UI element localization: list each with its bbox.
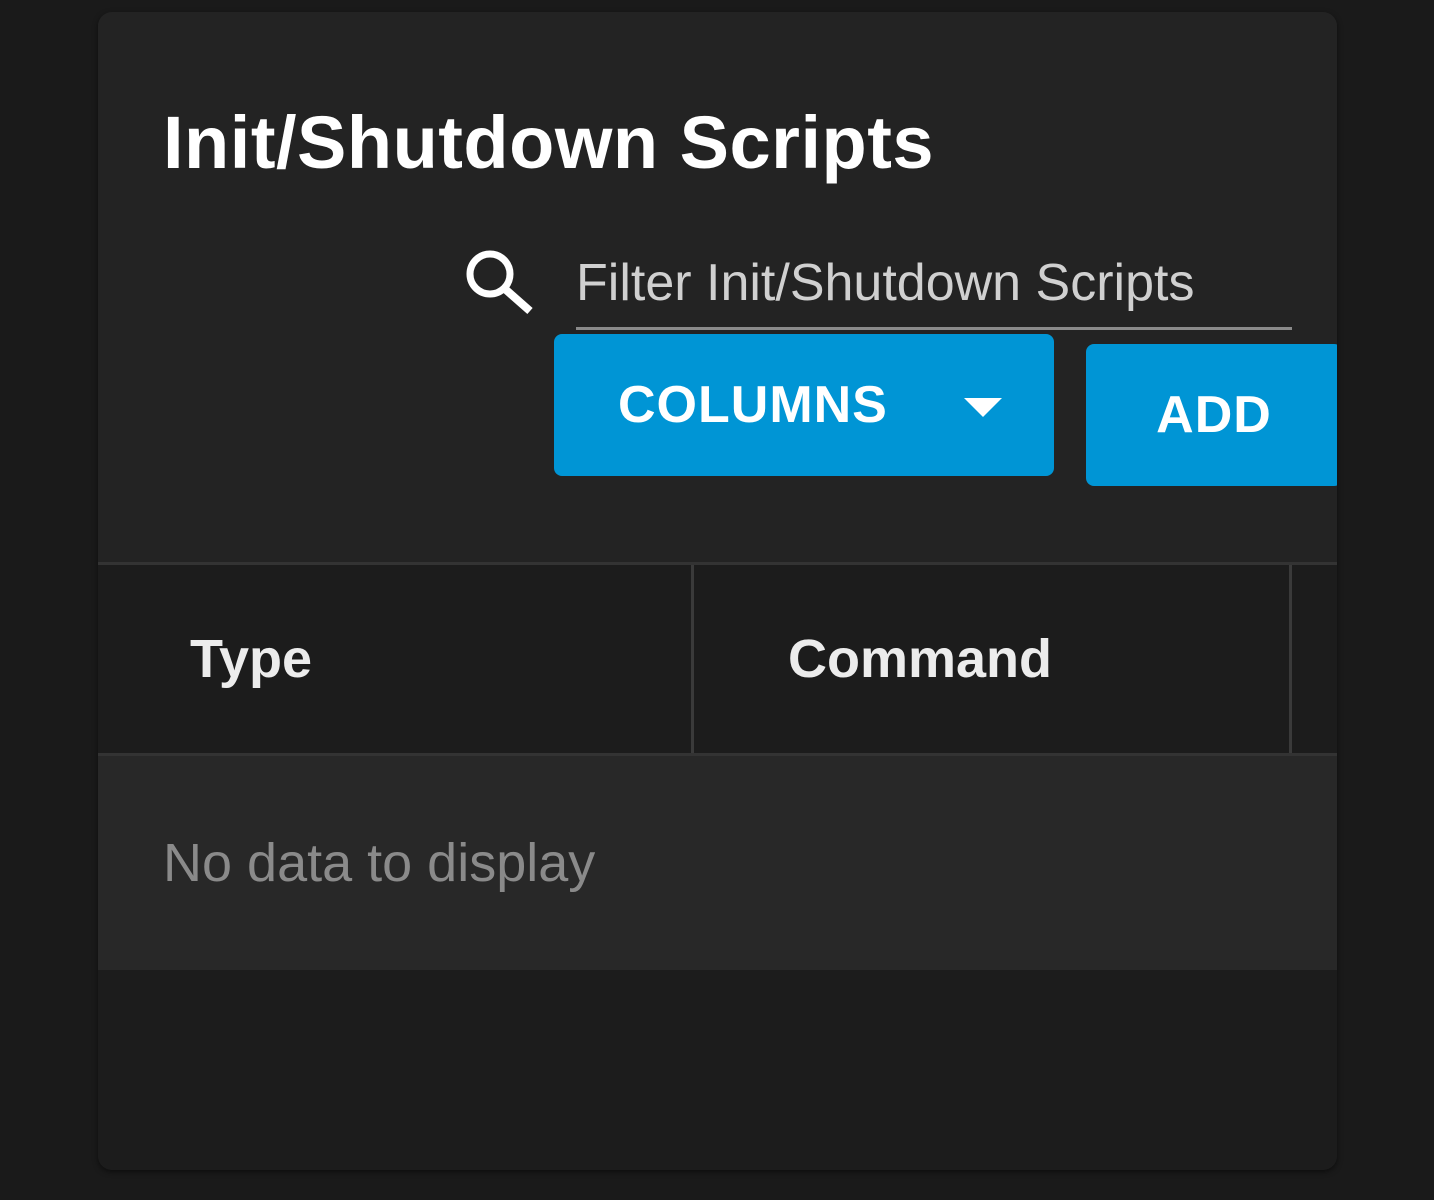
scripts-card: Init/Shutdown Scripts COLUMNS ADD Type C… [98, 12, 1337, 1170]
empty-message-text: No data to display [163, 833, 596, 893]
column-header-command[interactable]: Command [694, 565, 1292, 753]
column-header-type-label: Type [190, 629, 313, 689]
columns-button-label: COLUMNS [618, 376, 888, 434]
add-button[interactable]: ADD [1086, 344, 1337, 486]
search-input[interactable] [576, 238, 1292, 330]
table-header-row: Type Command [98, 562, 1337, 756]
add-button-label: ADD [1156, 386, 1272, 444]
column-header-command-label: Command [788, 629, 1053, 689]
card-header: Init/Shutdown Scripts COLUMNS ADD [98, 12, 1337, 562]
caret-down-icon [964, 398, 1002, 417]
search-icon [466, 250, 533, 315]
table-footer [98, 970, 1337, 1170]
column-header-type[interactable]: Type [98, 565, 694, 753]
page-title: Init/Shutdown Scripts [163, 101, 935, 184]
columns-button[interactable]: COLUMNS [554, 334, 1054, 476]
empty-table-message: No data to display [98, 756, 1337, 970]
